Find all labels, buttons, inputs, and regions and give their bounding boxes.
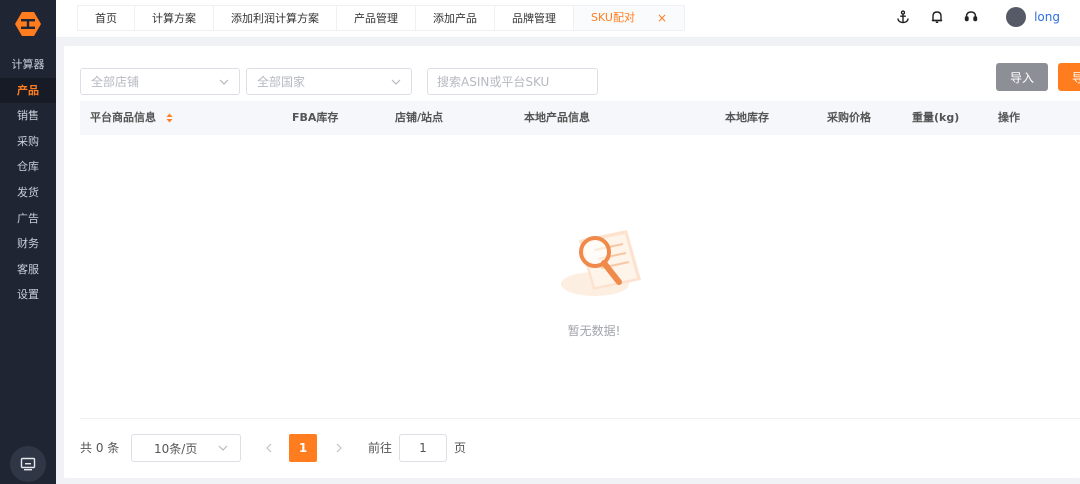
sidebar: 计算器 产品 销售 采购 仓库 发货 广告 财务 客服 设置 (0, 0, 56, 484)
sidebar-item-customer-service[interactable]: 客服 (0, 257, 56, 283)
close-icon[interactable]: × (657, 5, 667, 31)
headset-icon[interactable] (960, 6, 982, 28)
chevron-down-icon (219, 79, 229, 85)
chevron-left-icon (266, 443, 272, 453)
page-size-value: 10条/页 (154, 441, 198, 456)
column-local-stock: 本地库存 (725, 111, 769, 124)
empty-search-icon (561, 230, 641, 296)
sidebar-item-ads[interactable]: 广告 (0, 206, 56, 232)
sidebar-nav: 计算器 产品 销售 采购 仓库 发货 广告 财务 客服 设置 (0, 52, 56, 308)
next-page-button[interactable] (325, 434, 353, 462)
monitor-icon[interactable] (10, 446, 46, 482)
tab-add-profit-plan[interactable]: 添加利润计算方案 (213, 5, 336, 31)
column-actions: 操作 (998, 111, 1020, 124)
app-logo[interactable] (14, 10, 42, 38)
column-platform-product-label: 平台商品信息 (90, 111, 156, 124)
empty-text: 暂无数据! (567, 324, 621, 338)
sidebar-item-settings[interactable]: 设置 (0, 282, 56, 308)
country-select[interactable]: 全部国家 (246, 68, 412, 95)
column-purchase-price: 采购价格 (827, 111, 871, 124)
column-platform-product[interactable]: 平台商品信息 (90, 101, 173, 135)
table-header: 平台商品信息 FBA库存 店铺/站点 本地产品信息 本地库存 采购价格 重量(k… (80, 101, 1080, 135)
sidebar-item-calculator[interactable]: 计算器 (0, 52, 56, 78)
tab-sku-pairing[interactable]: SKU配对 × (573, 5, 686, 31)
tab-bar: 首页 计算方案 添加利润计算方案 产品管理 添加产品 品牌管理 SKU配对 × (77, 5, 686, 31)
shop-select-placeholder: 全部店铺 (91, 75, 140, 89)
top-actions: long (880, 6, 1060, 28)
empty-state: 暂无数据! (544, 218, 654, 338)
goto-label: 前往 (368, 441, 393, 455)
import-button[interactable]: 导入 (996, 63, 1048, 91)
column-fba-stock: FBA库存 (292, 111, 339, 124)
sidebar-item-purchase[interactable]: 采购 (0, 129, 56, 155)
tab-add-product[interactable]: 添加产品 (415, 5, 494, 31)
chevron-right-icon (336, 443, 342, 453)
country-select-placeholder: 全部国家 (257, 75, 306, 89)
bell-icon[interactable] (926, 6, 948, 28)
username[interactable]: long (1034, 10, 1060, 24)
tab-product-management[interactable]: 产品管理 (336, 5, 415, 31)
shop-select[interactable]: 全部店铺 (80, 68, 240, 95)
chevron-down-icon (218, 445, 228, 451)
tab-home[interactable]: 首页 (77, 5, 134, 31)
sort-icon[interactable] (166, 113, 173, 123)
sidebar-item-products[interactable]: 产品 (0, 77, 56, 104)
tab-brand-management[interactable]: 品牌管理 (494, 5, 573, 31)
column-local-product: 本地产品信息 (524, 111, 590, 124)
sidebar-item-sales[interactable]: 销售 (0, 103, 56, 129)
sidebar-item-warehouse[interactable]: 仓库 (0, 154, 56, 180)
page-size-select[interactable]: 10条/页 (131, 434, 241, 462)
column-shop-site: 店铺/站点 (395, 111, 444, 124)
top-bar: 首页 计算方案 添加利润计算方案 产品管理 添加产品 品牌管理 SKU配对 × (56, 0, 1080, 38)
search-input[interactable]: 搜索ASIN或平台SKU (427, 68, 598, 95)
sidebar-item-finance[interactable]: 财务 (0, 231, 56, 257)
tab-calc-plan[interactable]: 计算方案 (134, 5, 213, 31)
prev-page-button[interactable] (255, 434, 283, 462)
anchor-icon[interactable] (892, 6, 914, 28)
page-suffix: 页 (454, 441, 467, 455)
tab-sku-pairing-label: SKU配对 (591, 11, 635, 24)
total-count: 共 0 条 (80, 441, 120, 455)
search-input-placeholder: 搜索ASIN或平台SKU (437, 75, 550, 89)
export-button[interactable]: 导 (1058, 63, 1080, 91)
chevron-down-icon (391, 79, 401, 85)
divider (80, 418, 1080, 419)
avatar[interactable] (1006, 7, 1027, 27)
page-number-current[interactable]: 1 (289, 434, 317, 462)
goto-page-input[interactable]: 1 (399, 434, 447, 462)
sidebar-item-shipping[interactable]: 发货 (0, 180, 56, 206)
column-weight: 重量(kg) (912, 111, 960, 124)
pagination: 共 0 条 10条/页 1 前往 1 页 (80, 434, 880, 462)
content-card: 全部店铺 全部国家 搜索ASIN或平台SKU 导入 导 平台商品信息 FBA库存… (64, 46, 1080, 478)
